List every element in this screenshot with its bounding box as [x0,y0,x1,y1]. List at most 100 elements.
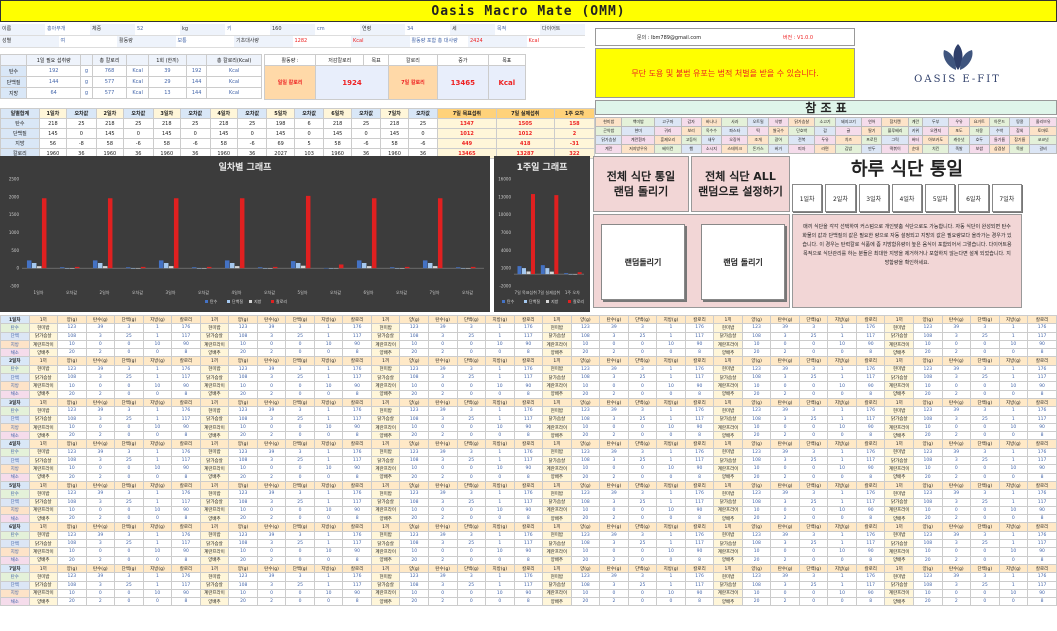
food-select[interactable]: 계란프라이 [713,339,743,350]
reference-cell[interactable]: 들기름 [988,135,1011,145]
food-select[interactable]: 양배추 [28,348,59,358]
food-select[interactable]: 양배추 [884,514,914,524]
food-select[interactable]: 닭가슴살 [713,538,743,549]
food-select[interactable]: 양배추 [199,348,230,358]
food-select[interactable]: 현미밥 [713,447,743,458]
reference-cell[interactable]: 오렌지 [921,126,950,136]
reference-cell[interactable]: 계란 [907,117,923,127]
reference-cell[interactable]: 올리브유 [1029,117,1057,127]
reference-cell[interactable]: 닭가슴살 [787,117,816,127]
reference-cell[interactable]: 두부 [921,117,950,127]
food-select[interactable]: 현미밥 [884,530,914,541]
food-select[interactable]: 양배추 [884,472,914,482]
food-select[interactable]: 계란프라이 [28,339,59,350]
reference-cell[interactable]: 햄 [680,144,702,154]
food-select[interactable]: 닭가슴살 [370,331,401,341]
food-select[interactable]: 양배추 [542,597,572,607]
food-select[interactable]: 계란프라이 [542,505,572,516]
food-select[interactable]: 양배추 [542,555,572,565]
reference-cell[interactable]: 요거트 [968,117,990,127]
reference-cell[interactable]: 떡 [747,126,769,136]
reference-cell[interactable]: 귤 [834,126,863,136]
food-select[interactable]: 계란프라이 [713,422,743,433]
reference-cell[interactable]: 수박 [988,126,1011,136]
food-select[interactable]: 닭가슴살 [884,414,914,424]
reference-cell[interactable]: 땅콩 [1009,117,1031,127]
food-select[interactable]: 닭가슴살 [28,331,59,341]
reference-cell[interactable]: 참외 [1009,126,1031,136]
food-select[interactable]: 현미밥 [884,364,914,375]
food-select[interactable]: 계란프라이 [199,588,230,599]
food-select[interactable]: 양배추 [884,389,914,399]
food-select[interactable]: 닭가슴살 [370,580,401,590]
reference-cell[interactable]: 만두 [861,144,883,154]
food-select[interactable]: 현미밥 [199,489,230,499]
food-select[interactable]: 현미밥 [199,406,230,416]
food-select[interactable]: 닭가슴살 [884,331,914,341]
reference-cell[interactable]: 식빵 [767,117,789,127]
food-select[interactable]: 현미밥 [28,406,59,416]
reference-cell[interactable]: 버거 [767,144,789,154]
food-select[interactable]: 양배추 [370,472,401,482]
reference-cell[interactable]: 김밥 [834,144,863,154]
food-select[interactable]: 닭가슴살 [542,456,572,466]
reference-cell[interactable]: 현미밥 [594,117,623,127]
food-select[interactable]: 양배추 [28,555,59,565]
food-select[interactable]: 계란프라이 [542,588,572,599]
reference-cell[interactable]: 저지방우유 [621,144,656,154]
food-select[interactable]: 닭가슴살 [28,497,59,507]
food-select[interactable]: 닭가슴살 [542,580,572,590]
reference-cell[interactable]: 파스타 [721,126,749,136]
food-select[interactable]: 양배추 [370,431,401,441]
food-select[interactable]: 계란프라이 [370,464,401,474]
food-select[interactable]: 양배추 [199,597,230,607]
reference-cell[interactable]: 아몬드 [988,117,1011,127]
food-select[interactable]: 현미밥 [713,323,743,333]
reference-cell[interactable]: 옥수수 [700,126,723,136]
food-select[interactable]: 닭가슴살 [542,538,572,549]
food-select[interactable]: 양배추 [199,514,230,524]
food-select[interactable]: 양배추 [199,431,230,441]
food-select[interactable]: 양배추 [884,597,914,607]
food-select[interactable]: 양배추 [542,431,572,441]
reference-cell[interactable]: 그릭 [881,135,909,145]
reference-cell[interactable]: 족발 [948,144,970,154]
reference-cell[interactable]: 떡볶이 [881,144,909,154]
food-select[interactable]: 현미밥 [370,406,401,416]
food-select[interactable]: 현미밥 [370,489,401,499]
food-select[interactable]: 계란프라이 [542,547,572,557]
reference-cell[interactable]: 소고기 [814,117,836,127]
food-select[interactable]: 계란프라이 [542,381,572,391]
food-select[interactable]: 현미밥 [542,406,572,416]
reference-cell[interactable]: 쌀국수 [767,126,789,136]
reference-cell[interactable]: 캐슈넛 [948,135,970,145]
reference-cell[interactable]: 고등어 [680,135,702,145]
food-select[interactable]: 닭가슴살 [884,497,914,507]
reference-cell[interactable]: 참치캔 [881,117,909,127]
food-select[interactable]: 현미밥 [713,489,743,499]
food-select[interactable]: 현미밥 [199,323,230,333]
food-select[interactable]: 계란프라이 [370,588,401,599]
food-select[interactable]: 계란프라이 [199,464,230,474]
food-select[interactable]: 현미밥 [28,530,59,541]
food-select[interactable]: 닭가슴살 [199,497,230,507]
reference-cell[interactable]: 전복 [787,135,816,145]
day-button-6[interactable]: 6일차 [958,184,989,212]
food-select[interactable]: 양배추 [28,597,59,607]
food-select[interactable]: 계란프라이 [370,505,401,516]
food-select[interactable]: 현미밥 [28,572,59,582]
reference-cell[interactable]: 단호박 [787,126,816,136]
day-button-5[interactable]: 5일차 [925,184,956,212]
reference-cell[interactable]: 자몽 [968,126,990,136]
food-select[interactable]: 닭가슴살 [884,456,914,466]
food-select[interactable]: 양배추 [370,514,401,524]
food-select[interactable]: 닭가슴살 [884,373,914,383]
food-select[interactable]: 계란프라이 [542,339,572,350]
food-select[interactable]: 양배추 [713,389,743,399]
food-select[interactable]: 현미밥 [884,572,914,582]
reference-cell[interactable]: 베이컨 [654,144,682,154]
food-select[interactable]: 양배추 [370,597,401,607]
food-select[interactable]: 현미밥 [199,572,230,582]
reference-cell[interactable]: 키위 [907,126,923,136]
food-select[interactable]: 계란프라이 [884,588,914,599]
